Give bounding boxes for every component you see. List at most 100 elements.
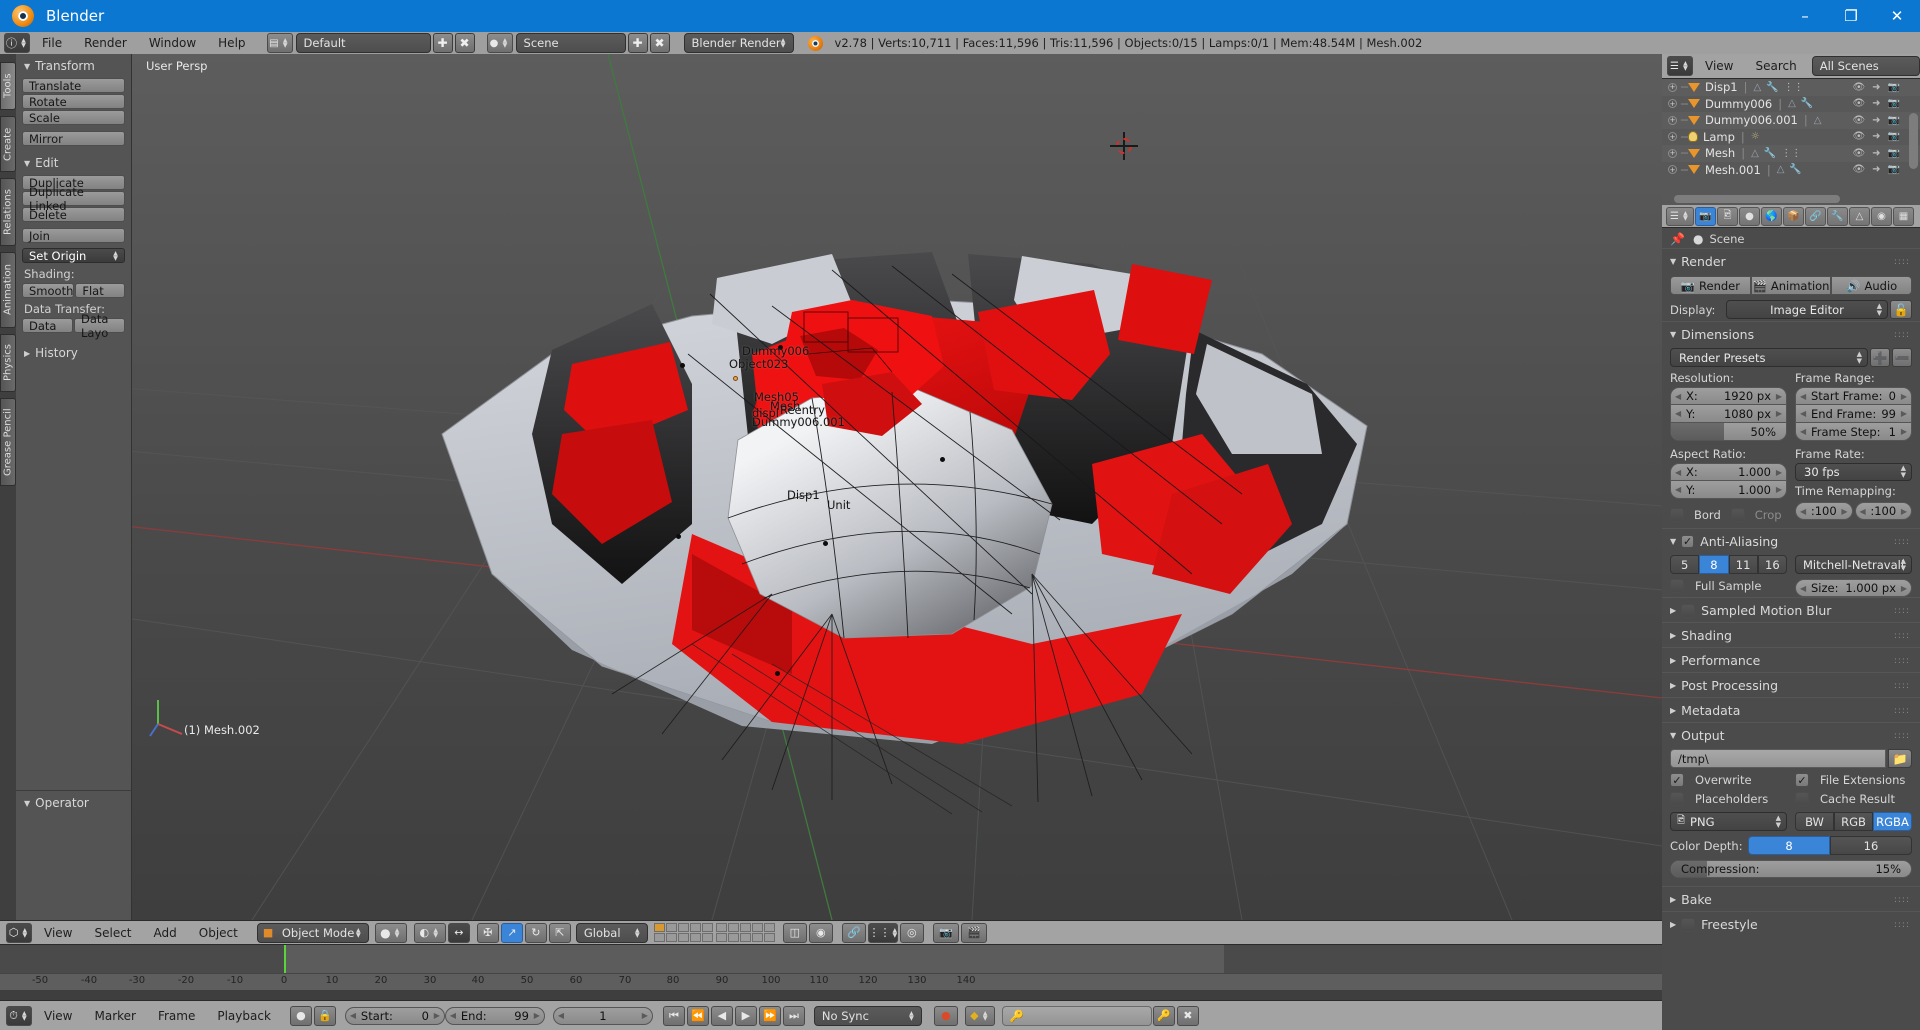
- proportional-edit-icon[interactable]: ◉: [808, 922, 833, 943]
- modifier-wrench-icon[interactable]: 🔧: [1764, 148, 1776, 159]
- layer-cell[interactable]: [689, 923, 701, 932]
- keying-set-icon[interactable]: ◆ ▲ ▼: [964, 1005, 995, 1026]
- tab-modifiers[interactable]: 🔧: [1827, 206, 1848, 226]
- menu-help[interactable]: Help: [207, 33, 256, 53]
- outliner[interactable]: + ─ Disp1 | △ 🔧 ⋮⋮ 👁 ➜ 📷 + ─ Dummy006 | …: [1662, 79, 1920, 205]
- viewport-menu-add[interactable]: Add: [143, 923, 188, 943]
- freestyle-checkbox[interactable]: ✓: [1681, 917, 1696, 932]
- record-icon[interactable]: ●: [933, 1005, 958, 1026]
- increment-arrow-icon[interactable]: ▶: [1901, 409, 1907, 418]
- scale-manipulator-icon[interactable]: ⇱: [548, 922, 571, 943]
- editor-type-icon[interactable]: ⓘ ▲ ▼: [4, 33, 30, 53]
- increment-arrow-icon[interactable]: ▶: [1776, 468, 1782, 477]
- render-audio-button[interactable]: 🔊 Audio: [1831, 276, 1913, 295]
- cursor-arrow-icon[interactable]: ➜: [1872, 131, 1880, 142]
- freestyle-section[interactable]: ▶ ✓ Freestyle ::::: [1662, 911, 1920, 936]
- layer-cell[interactable]: [727, 923, 739, 932]
- cursor-arrow-icon[interactable]: ➜: [1872, 115, 1880, 126]
- decrement-arrow-icon[interactable]: ◀: [1800, 507, 1806, 516]
- next-keyframe-icon[interactable]: ⏩: [758, 1005, 781, 1026]
- drag-handle-icon[interactable]: ::::: [1894, 631, 1910, 641]
- lock-icon[interactable]: 🔒: [313, 1005, 336, 1026]
- mesh-data-icon[interactable]: △: [1751, 148, 1759, 159]
- frame-rate-select[interactable]: 30 fps ▲ ▼: [1795, 463, 1912, 481]
- depth-16[interactable]: 16: [1830, 836, 1912, 855]
- tab-scene[interactable]: ●: [1739, 206, 1760, 226]
- vertex-group-icon[interactable]: ⋮⋮: [1784, 82, 1804, 93]
- layer-cell[interactable]: [715, 923, 727, 932]
- vertex-group-icon[interactable]: ⋮⋮: [1781, 148, 1801, 159]
- decrement-arrow-icon[interactable]: ◀: [450, 1011, 456, 1020]
- modifier-wrench-icon[interactable]: 🔧: [1766, 82, 1778, 93]
- mesh-data-icon[interactable]: △: [1777, 164, 1785, 175]
- render-presets-select[interactable]: Render Presets ▲ ▼: [1670, 348, 1868, 367]
- drag-handle-icon[interactable]: ::::: [1894, 330, 1910, 340]
- layer-cell[interactable]: [701, 923, 713, 932]
- remap-new-field[interactable]: ◀ :100 ▶: [1854, 502, 1912, 520]
- file-extensions-checkbox[interactable]: ✓: [1795, 773, 1809, 787]
- viewport-menu-view[interactable]: View: [33, 923, 83, 943]
- maximize-button[interactable]: ❐: [1828, 0, 1874, 32]
- rotate-manipulator-icon[interactable]: ↻: [524, 922, 547, 943]
- expand-icon[interactable]: +: [1668, 82, 1677, 92]
- eye-icon[interactable]: 👁: [1852, 98, 1865, 109]
- layer-cell[interactable]: [739, 923, 751, 932]
- increment-arrow-icon[interactable]: ▶: [1901, 584, 1907, 593]
- tool-tab-animation[interactable]: Animation: [0, 252, 16, 328]
- performance-section[interactable]: ▶ Performance ::::: [1662, 647, 1920, 672]
- timeline-menu-view[interactable]: View: [33, 1006, 83, 1026]
- scale-button[interactable]: Scale: [22, 110, 125, 125]
- start-frame-prop-field[interactable]: ◀ Start Frame: 0 ▶: [1795, 387, 1912, 405]
- menu-window[interactable]: Window: [138, 33, 207, 53]
- tool-tab-grease-pencil[interactable]: Grease Pencil: [0, 398, 16, 486]
- timeline-menu-marker[interactable]: Marker: [83, 1006, 146, 1026]
- decrement-arrow-icon[interactable]: ◀: [1675, 409, 1681, 418]
- properties-panel[interactable]: 📌 ● Scene ▼ Render :::: 📷 Render 🎬 Anima…: [1662, 228, 1920, 1030]
- tab-world[interactable]: 🌎: [1761, 206, 1782, 226]
- render-engine-select[interactable]: Blender Render ▲ ▼: [683, 33, 794, 53]
- increment-arrow-icon[interactable]: ▶: [1841, 507, 1847, 516]
- viewport-shading-icon[interactable]: ● ▲ ▼: [374, 922, 407, 943]
- layer-cell[interactable]: [763, 923, 775, 932]
- render-camera-icon[interactable]: 📷: [932, 922, 959, 943]
- mesh-data-icon[interactable]: △: [1753, 82, 1761, 93]
- full-sample-checkbox[interactable]: ✓: [1670, 579, 1684, 593]
- timeline-menu-playback[interactable]: Playback: [206, 1006, 282, 1026]
- end-frame-field[interactable]: ◀ End: 99 ▶: [444, 1006, 545, 1025]
- tool-tab-tools[interactable]: Tools: [0, 62, 16, 110]
- scene-browse-icon[interactable]: ● ▲ ▼: [486, 33, 513, 53]
- mirror-button[interactable]: Mirror: [22, 131, 125, 146]
- interaction-mode-select[interactable]: ■ Object Mode ▲ ▼: [256, 922, 369, 943]
- increment-arrow-icon[interactable]: ▶: [1901, 392, 1907, 401]
- resolution-y-field[interactable]: ◀ Y: 1080 px ▶: [1670, 405, 1787, 423]
- resolution-percentage-slider[interactable]: 50%: [1670, 423, 1787, 441]
- mesh-data-icon[interactable]: △: [1788, 98, 1796, 109]
- viewport-3d[interactable]: User Persp (1) Mesh.002 Dummy006 Object0…: [132, 54, 1662, 920]
- layer-cell[interactable]: [751, 923, 763, 932]
- increment-arrow-icon[interactable]: ▶: [1776, 485, 1782, 494]
- pivot-point-icon[interactable]: ◐ ▲ ▼: [413, 922, 446, 943]
- snap-magnet-icon[interactable]: 🔗: [841, 922, 866, 943]
- outliner-menu-search[interactable]: Search: [1744, 56, 1807, 76]
- tab-render-layers[interactable]: 🖻: [1717, 206, 1738, 226]
- increment-arrow-icon[interactable]: ▶: [1901, 427, 1907, 436]
- list-item[interactable]: + ─ Lamp | ☼ 👁 ➜ 📷: [1662, 129, 1920, 146]
- editor-type-icon[interactable]: ☰ ▲ ▼: [1667, 56, 1693, 76]
- cursor-arrow-icon[interactable]: ➜: [1872, 164, 1880, 175]
- set-origin-button[interactable]: Set Origin ▲ ▼: [22, 248, 125, 263]
- increment-arrow-icon[interactable]: ▶: [1776, 392, 1782, 401]
- layer-cell[interactable]: [715, 933, 727, 942]
- data-button[interactable]: Data: [22, 318, 73, 333]
- tab-material[interactable]: ◉: [1871, 206, 1892, 226]
- post-processing-section[interactable]: ▶ Post Processing ::::: [1662, 672, 1920, 697]
- play-reverse-icon[interactable]: ◀: [710, 1005, 733, 1026]
- bake-section[interactable]: ▶ Bake ::::: [1662, 886, 1920, 911]
- frame-step-field[interactable]: ◀ Frame Step: 1 ▶: [1795, 423, 1912, 441]
- keying-set-field[interactable]: 🔑: [1001, 1005, 1152, 1026]
- list-item[interactable]: + ─ Dummy006.001 | △ 👁 ➜ 📷: [1662, 112, 1920, 129]
- list-item[interactable]: + ─ Mesh.001 | △ 🔧 👁 ➜ 📷: [1662, 162, 1920, 179]
- camera-icon[interactable]: 📷: [1888, 164, 1900, 175]
- aa-size-field[interactable]: ◀ Size: 1.000 px ▶: [1795, 579, 1912, 597]
- pivot-center-points-icon[interactable]: ↔: [447, 922, 470, 943]
- tab-render[interactable]: 📷: [1695, 206, 1716, 226]
